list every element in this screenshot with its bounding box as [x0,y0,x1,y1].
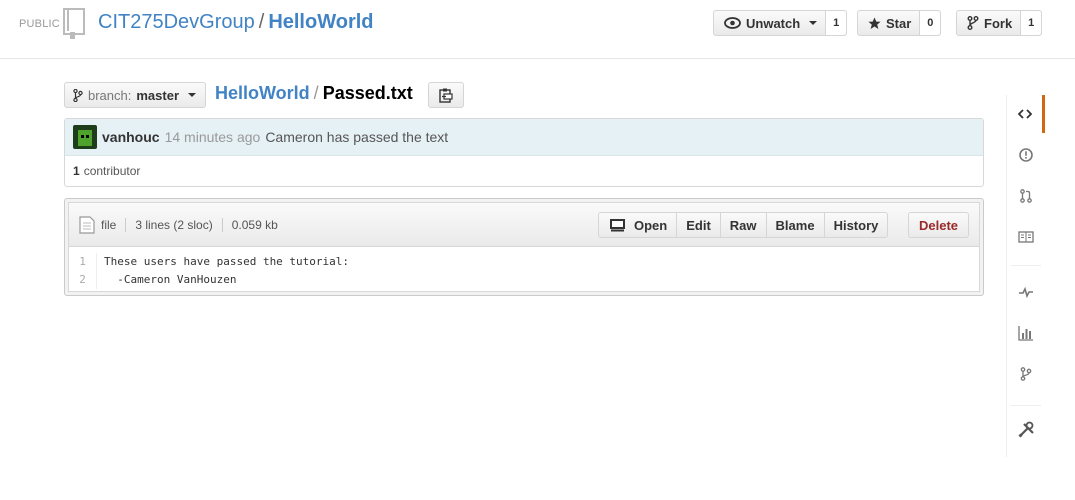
open-label: Open [634,217,668,233]
nav-code[interactable] [1007,95,1045,133]
commit-author[interactable]: vanhouc [102,129,160,145]
file-actions: Open Edit Raw Blame History [598,212,889,238]
watchers-count[interactable]: 1 [825,11,847,35]
file-icon [79,215,95,234]
nav-network[interactable] [1007,355,1045,393]
commit-message[interactable]: Cameron has passed the text [265,129,448,145]
repo-title: CIT275DevGroup / HelloWorld [98,11,374,34]
branch-label: branch: [88,87,132,103]
contributors-line[interactable]: 1 contributor [65,156,983,186]
commit-info: vanhouc 14 minutes ago Cameron has passe… [65,119,983,156]
line-number[interactable]: 1 [69,253,96,271]
nav-pull-requests[interactable] [1007,177,1045,215]
stars-count[interactable]: 0 [919,11,941,35]
contributors-label: contributor [83,164,141,178]
edit-button[interactable]: Edit [676,213,720,237]
nav-pulse[interactable] [1007,273,1045,311]
nav-settings[interactable] [1007,410,1045,448]
open-button[interactable]: Open [599,213,676,237]
fork-label: Fork [984,15,1013,31]
eye-icon [724,17,741,29]
file-viewer: file 3 lines (2 sloc) 0.059 kb Open Edit… [64,198,984,296]
nav-wiki[interactable] [1007,218,1045,256]
file-header: file 3 lines (2 sloc) 0.059 kb Open Edit… [69,203,979,247]
monitor-icon [610,219,625,232]
branch-icon [73,88,83,102]
unwatch-button[interactable]: Unwatch [714,11,825,35]
blame-button[interactable]: Blame [765,213,824,237]
fork-icon [967,16,979,30]
visibility-label: PUBLIC [19,18,60,30]
issues-icon [1019,148,1033,162]
contributors-count: 1 [73,164,80,178]
repo-sidebar-nav [1006,95,1045,457]
code-line: These users have passed the tutorial: [104,255,350,268]
unwatch-label: Unwatch [746,15,801,31]
star-label: Star [886,15,912,31]
fork-button[interactable]: Fork [957,11,1020,35]
breadcrumb-separator: / [313,83,319,103]
code-line: -Cameron VanHouzen [104,273,237,286]
clipboard-icon [439,88,453,103]
breadcrumb-file: Passed.txt [322,83,413,103]
commit-time: 14 minutes ago [164,129,261,145]
code-icon [1017,109,1032,119]
settings-icon [1017,421,1034,438]
pulse-icon [1019,286,1033,298]
wiki-icon [1018,231,1034,243]
file-size: 0.059 kb [221,217,287,232]
star-button[interactable]: Star [858,11,919,35]
network-icon [1020,367,1032,381]
pull-requests-icon [1020,189,1032,203]
copy-path-button[interactable] [428,82,464,108]
latest-commit-box: vanhouc 14 minutes ago Cameron has passe… [64,118,984,187]
line-numbers: 1 2 [69,253,97,289]
nav-graphs[interactable] [1007,314,1045,352]
fork-button-group: Fork 1 [956,10,1043,36]
owner-link[interactable]: CIT275DevGroup [98,11,255,33]
repo-link[interactable]: HelloWorld [268,11,373,33]
code-lines: These users have passed the tutorial: -C… [97,253,349,289]
history-button[interactable]: History [823,213,888,237]
chevron-down-icon [188,93,197,97]
star-icon [868,17,881,29]
branch-selector[interactable]: branch: master [64,82,206,108]
forks-count[interactable]: 1 [1020,11,1042,35]
unwatch-button-group: Unwatch 1 [713,10,848,36]
chevron-down-icon [809,21,818,25]
delete-button[interactable]: Delete [908,212,970,238]
graphs-icon [1018,326,1033,341]
title-separator: / [258,11,265,33]
repo-icon [63,8,85,39]
breadcrumb-repo-link[interactable]: HelloWorld [215,83,310,103]
line-number[interactable]: 2 [69,271,96,289]
repo-header: PUBLIC CIT275DevGroup / HelloWorld Unwatch… [0,0,1075,59]
nav-issues[interactable] [1007,136,1045,174]
breadcrumb: HelloWorld / Passed.txt [215,83,413,104]
file-mode: file [101,217,117,232]
star-button-group: Star 0 [857,10,942,36]
avatar[interactable] [73,125,97,149]
raw-button[interactable]: Raw [719,213,766,237]
file-lines-info: 3 lines (2 sloc) [125,217,221,232]
branch-value: master [136,87,180,103]
file-content: 1 2 These users have passed the tutorial… [69,247,979,289]
